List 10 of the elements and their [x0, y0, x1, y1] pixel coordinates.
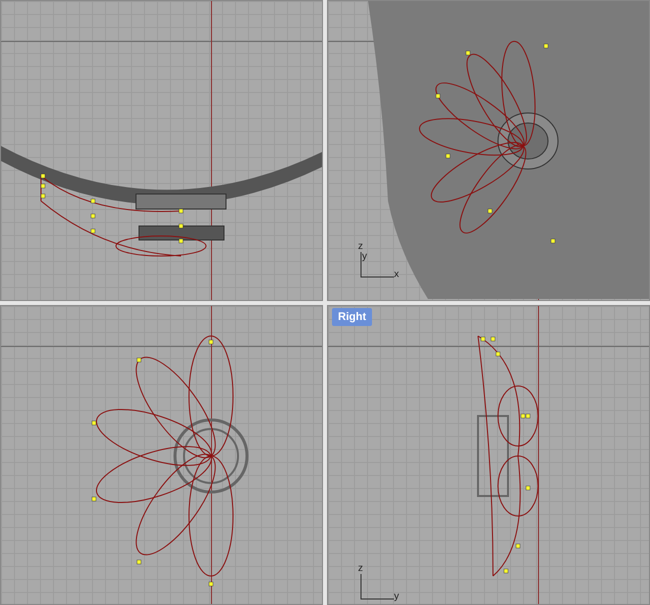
axis-lines-icon — [360, 252, 394, 278]
axis-label: x — [394, 270, 399, 280]
axis-label: y — [394, 592, 399, 602]
viewport[interactable] — [0, 0, 323, 300]
viewport[interactable]: z y x — [327, 0, 650, 300]
axis-label: z — [358, 564, 363, 574]
axis-label: z — [358, 242, 363, 252]
axis-label: y — [362, 252, 367, 262]
viewport[interactable]: Right z y — [327, 304, 650, 605]
axis-lines-icon — [360, 574, 394, 600]
